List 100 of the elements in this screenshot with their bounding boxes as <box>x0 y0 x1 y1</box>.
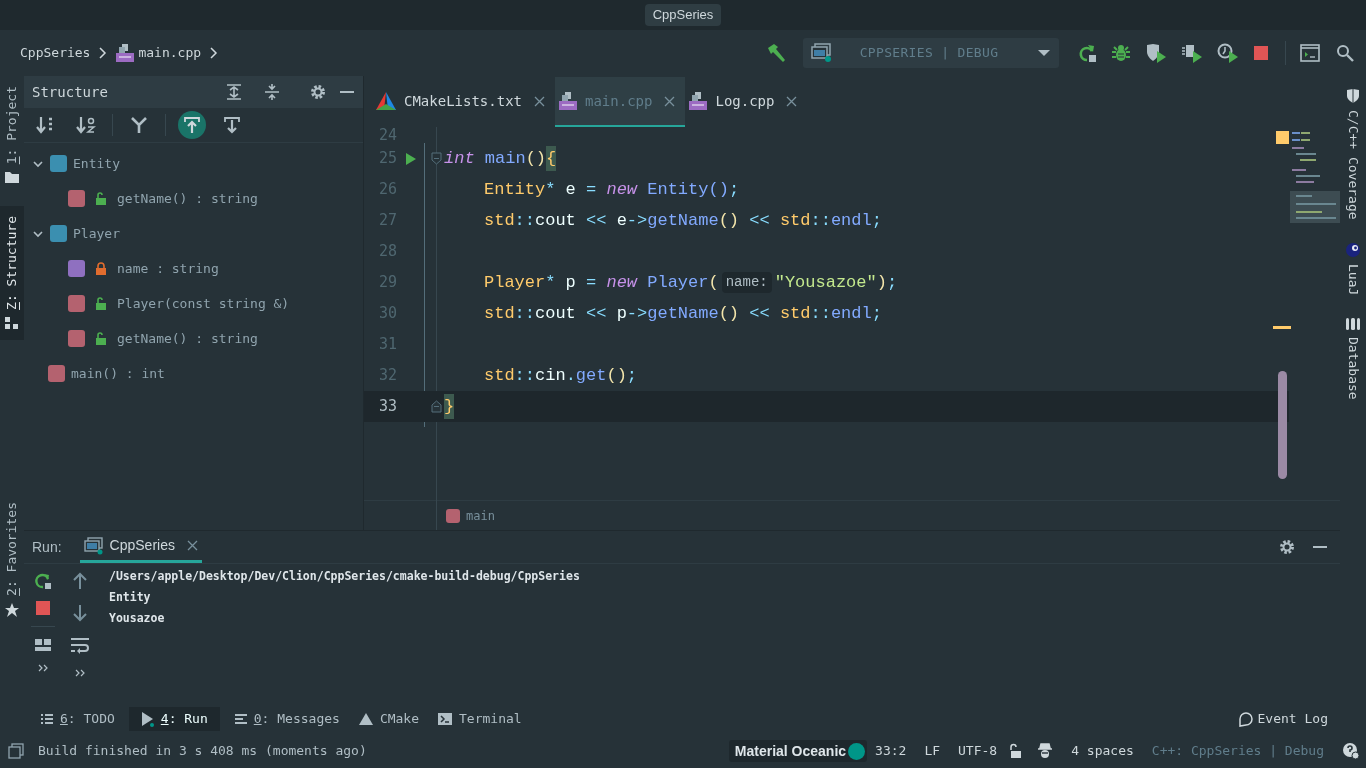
up-arrow-icon[interactable] <box>72 572 88 590</box>
code-line: Player* p = new Player( name: "Yousazoe"); <box>483 271 898 295</box>
tree-item[interactable]: Player(const string &) <box>117 293 290 314</box>
code-line: std::cin.get(); <box>483 364 638 387</box>
expand-all-icon[interactable] <box>225 83 243 101</box>
layout-icon[interactable] <box>34 637 52 653</box>
more-icon[interactable] <box>37 663 49 673</box>
tool-window-tab[interactable]: 6: TODO <box>36 707 119 731</box>
stop-icon[interactable] <box>35 600 51 616</box>
soft-wrap-icon[interactable] <box>70 636 90 654</box>
tool-window-tab[interactable]: Terminal <box>433 707 526 731</box>
breadcrumb[interactable]: main.cpp <box>138 43 202 63</box>
search-icon[interactable] <box>1336 44 1354 62</box>
structure-icon <box>4 316 20 331</box>
tree-item[interactable]: getName() : string <box>117 188 258 209</box>
window-icon <box>83 536 104 555</box>
file-encoding[interactable]: UTF-8 <box>958 741 998 761</box>
tool-window-tab[interactable]: Database <box>1343 316 1363 400</box>
console-output-line: Entity <box>109 589 152 606</box>
dropdown-caret-icon <box>1037 48 1051 58</box>
list-icon <box>40 713 54 725</box>
tree-item[interactable]: getName() : string <box>117 328 258 349</box>
line-number: 24 <box>377 124 398 146</box>
cmake-icon <box>376 92 396 110</box>
breadcrumb[interactable]: main <box>466 506 495 525</box>
console-output-line: /Users/apple/Desktop/Dev/Clion/CppSeries/cmake-build-debug/CppSeries <box>109 568 580 585</box>
speech-bubble-icon <box>1237 711 1254 727</box>
fold-icon[interactable] <box>430 400 442 413</box>
fold-icon[interactable] <box>430 152 442 165</box>
theme-button[interactable]: Material Oceanic <box>728 740 868 762</box>
close-icon[interactable] <box>664 95 676 107</box>
shield-icon <box>1346 88 1360 104</box>
help-settings-icon[interactable] <box>1342 742 1360 760</box>
breadcrumb[interactable]: CppSeries <box>20 43 91 63</box>
tree-item[interactable]: Entity <box>73 153 120 174</box>
chevron-icon <box>98 47 109 59</box>
tool-window-tab[interactable]: LuaJ <box>1343 241 1363 295</box>
line-number: 30 <box>377 303 398 325</box>
tree-item[interactable]: main() : int <box>71 363 165 384</box>
rerun-icon[interactable] <box>34 572 52 590</box>
run-icon[interactable] <box>405 151 417 166</box>
rerun-icon[interactable] <box>1077 43 1097 63</box>
cursor-position[interactable]: 33:2 <box>875 741 907 761</box>
clock-play-icon[interactable] <box>1217 43 1239 63</box>
line-number: 33 <box>377 396 398 418</box>
inspector-icon[interactable] <box>1037 743 1054 759</box>
hammer-icon[interactable] <box>765 42 787 64</box>
close-icon[interactable] <box>786 95 798 107</box>
editor-tab[interactable]: CMakeLists.txt <box>372 77 555 127</box>
folder-icon <box>4 170 20 185</box>
stop-icon[interactable] <box>1253 45 1269 61</box>
line-number: 25 <box>377 148 398 170</box>
indent-setting[interactable]: 4 spaces <box>1071 741 1134 761</box>
close-icon[interactable] <box>534 95 545 107</box>
panel-title: Run: <box>32 537 62 557</box>
panel-title: Structure <box>32 82 109 102</box>
tool-window-tab[interactable]: 4: Run <box>128 707 220 731</box>
profiler-play-icon[interactable] <box>1181 43 1203 63</box>
down-arrow-icon[interactable] <box>72 604 88 622</box>
star-icon <box>4 602 20 618</box>
window-title: CppSeries <box>644 4 722 26</box>
cpp-file-icon <box>689 92 708 110</box>
bookmark-marker <box>1273 326 1291 329</box>
cpp-file-icon <box>116 44 135 62</box>
run-tab[interactable]: CppSeries <box>79 531 202 563</box>
chevron-icon <box>209 47 220 59</box>
more-icon[interactable] <box>74 668 86 678</box>
tool-window-tab[interactable]: 2: Favorites <box>0 492 24 628</box>
settings-icon[interactable] <box>309 83 327 101</box>
triangle-icon <box>357 712 374 726</box>
bug-icon[interactable] <box>1111 43 1131 63</box>
tool-window-tab[interactable]: CMake <box>353 707 423 731</box>
line-number: 26 <box>377 179 398 201</box>
tree-item[interactable]: Player <box>73 223 120 244</box>
tool-window-tab[interactable]: Z: Structure <box>0 206 24 341</box>
code-line: Entity* e = new Entity(); <box>483 178 740 201</box>
collapse-all-icon[interactable] <box>263 83 281 101</box>
editor-tab[interactable]: Log.cpp <box>685 77 808 127</box>
line-number: 31 <box>377 334 398 356</box>
line-number: 28 <box>377 241 398 263</box>
scrollbar-thumb[interactable] <box>1278 371 1287 479</box>
moon-icon <box>1345 241 1361 258</box>
database-icon <box>1345 316 1361 331</box>
window-icon <box>811 43 833 63</box>
close-icon[interactable] <box>186 540 198 551</box>
event-log-button[interactable]: Event Log <box>1237 709 1328 729</box>
line-number: 27 <box>377 210 398 232</box>
toggle-panels-icon[interactable] <box>8 743 24 759</box>
tool-window-tab[interactable]: 0: Messages <box>229 707 344 731</box>
tool-window-tab[interactable]: 1: Project <box>0 76 24 195</box>
code-line: std::cout << p->getName() << std::endl; <box>483 302 882 325</box>
tool-window-tab[interactable]: C/C++ Coverage <box>1343 88 1363 220</box>
line-number: 32 <box>377 365 398 387</box>
code-line: std::cout << e->getName() << std::endl; <box>483 209 882 232</box>
settings-icon[interactable] <box>1278 538 1296 556</box>
unlocked-icon[interactable] <box>1007 743 1024 759</box>
shield-play-icon[interactable] <box>1145 43 1167 63</box>
terminal-window-icon[interactable] <box>1300 44 1320 62</box>
tree-item[interactable]: name : string <box>117 258 219 279</box>
line-separator[interactable]: LF <box>924 741 941 761</box>
